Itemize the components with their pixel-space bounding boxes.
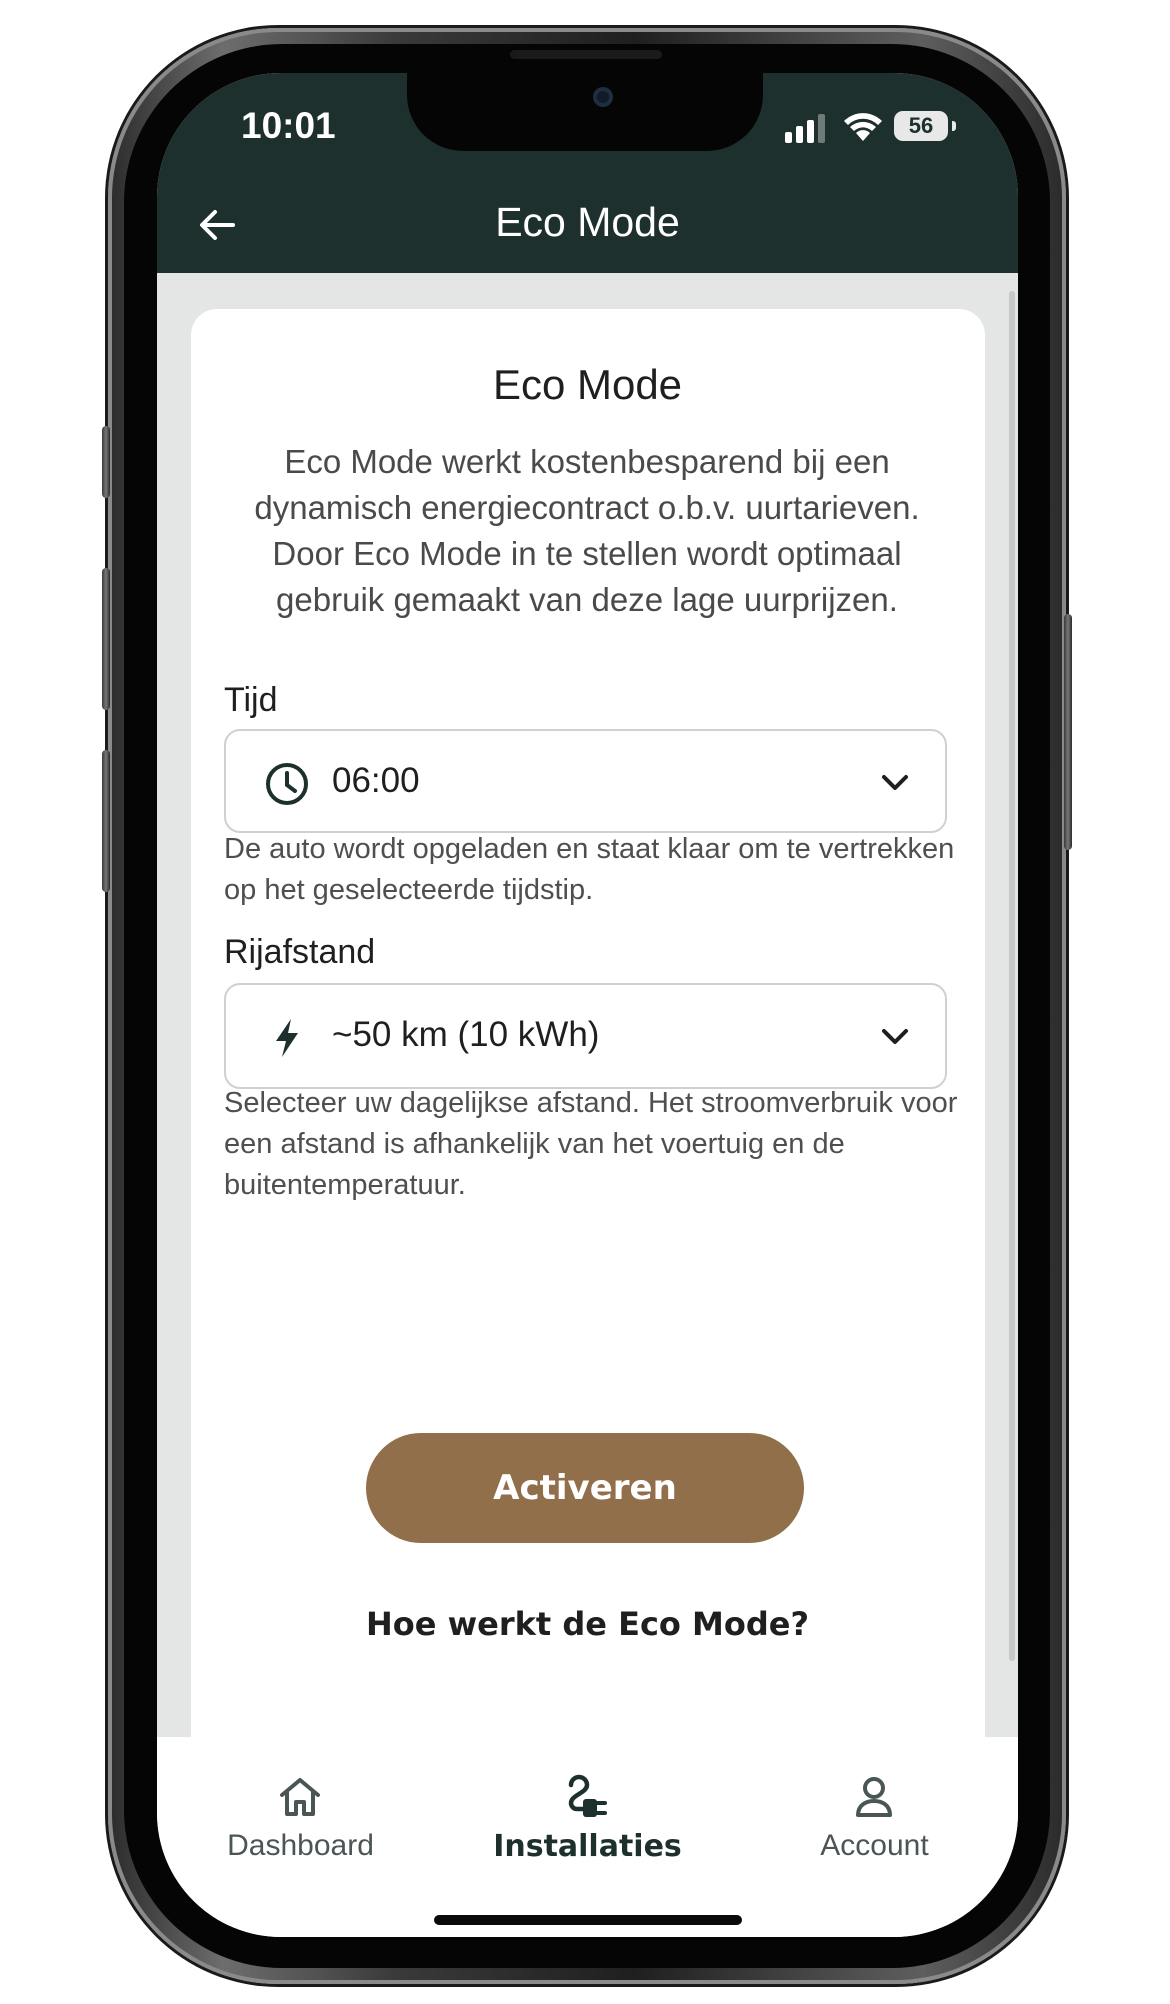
tab-label-installaties: Installaties [493, 1829, 682, 1864]
distance-select[interactable]: ~50 km (10 kWh) [224, 983, 947, 1089]
chevron-down-icon [882, 775, 908, 790]
time-select-value: 06:00 [332, 761, 420, 800]
tab-label-dashboard: Dashboard [227, 1829, 374, 1862]
battery-nub [952, 121, 956, 131]
card-title: Eco Mode [492, 361, 683, 408]
time-help-text: De auto wordt opgeladen en staat klaar o… [224, 833, 955, 906]
distance-select-value: ~50 km (10 kWh) [332, 1015, 600, 1054]
scrollbar[interactable] [1009, 291, 1015, 1661]
user-icon [856, 1777, 892, 1817]
activate-button[interactable]: Activeren [366, 1433, 804, 1543]
time-field-label: Tijd [224, 681, 278, 719]
clock-icon [266, 763, 308, 805]
distance-help-text: Selecteer uw dagelijkse afstand. Het str… [224, 1087, 958, 1201]
chevron-down-icon [882, 1029, 908, 1044]
tab-dashboard[interactable]: Dashboard [157, 1737, 444, 1877]
speaker-grille [510, 50, 662, 59]
header-title: Eco Mode [495, 199, 680, 245]
wifi-icon [844, 113, 882, 141]
card-intro-text: Eco Mode werkt kostenbesparend bij een d… [254, 443, 920, 618]
home-icon [280, 1778, 320, 1816]
volume-up-button [102, 568, 110, 710]
lightning-icon [276, 1019, 298, 1057]
volume-down-button [102, 750, 110, 892]
status-time: 10:01 [241, 105, 336, 146]
bottom-tab-bar: Dashboard Installaties Account [157, 1737, 1018, 1937]
mute-switch [102, 426, 110, 498]
charger-plug-icon [568, 1774, 607, 1817]
cellular-signal-icon [785, 113, 827, 143]
dynamic-notch [407, 73, 763, 151]
tab-label-account: Account [820, 1829, 929, 1862]
app-screen: 10:01 56 Eco Mode Eco Mode Eco Mode werk… [157, 73, 1018, 1937]
how-eco-mode-works-link[interactable]: Hoe werkt de Eco Mode? [157, 1605, 1018, 1643]
front-camera [593, 87, 613, 107]
tab-installaties[interactable]: Installaties [444, 1737, 731, 1877]
tab-account[interactable]: Account [731, 1737, 1018, 1877]
home-indicator[interactable] [434, 1915, 742, 1925]
distance-field-label: Rijafstand [224, 933, 376, 971]
power-button [1064, 614, 1072, 850]
battery-indicator: 56 [894, 111, 948, 141]
time-select[interactable]: 06:00 [224, 729, 947, 833]
